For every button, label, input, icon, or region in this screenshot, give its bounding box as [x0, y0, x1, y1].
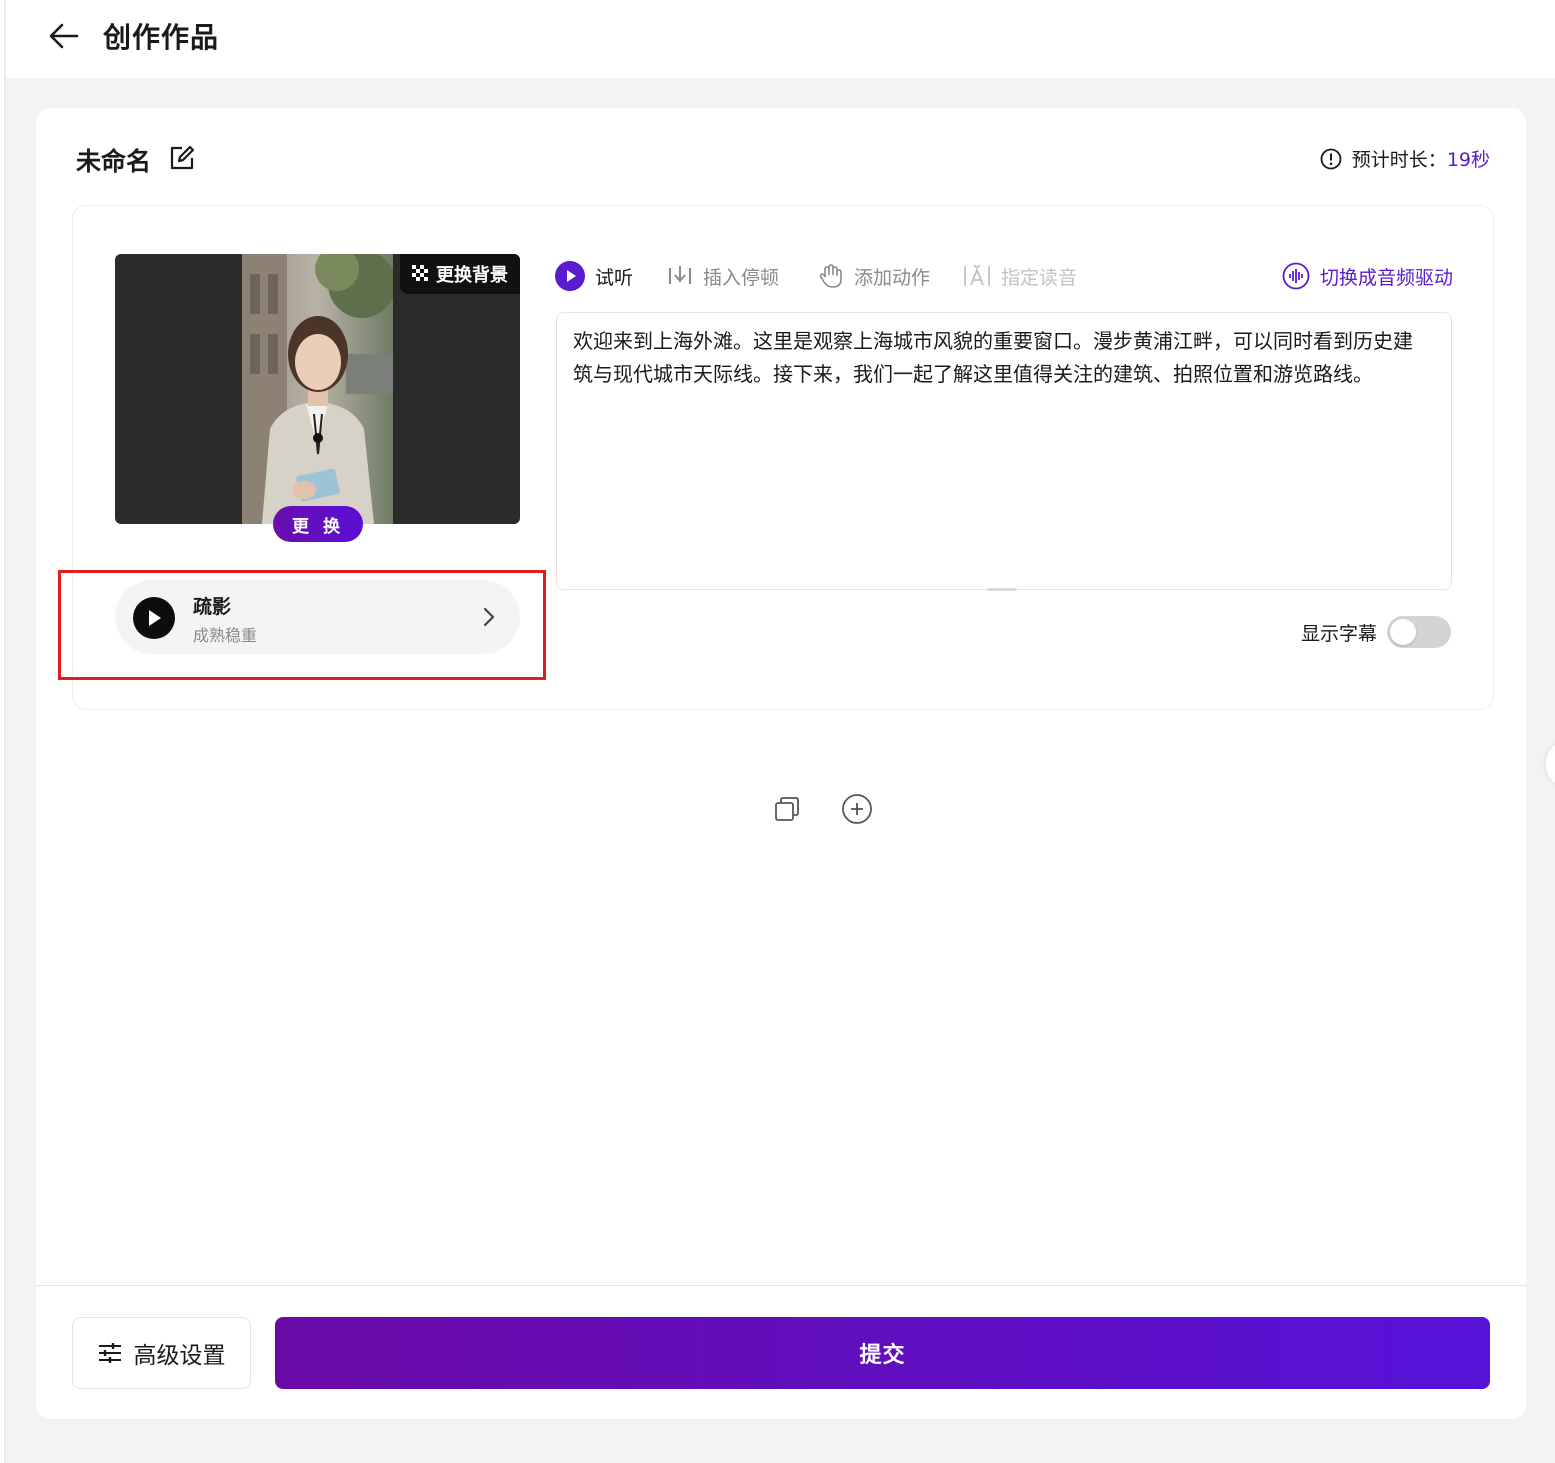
listen-label: 试听: [595, 266, 634, 289]
voice-style: 成熟稳重: [193, 626, 258, 645]
insert-pause-button[interactable]: 插入停顿: [667, 258, 779, 294]
submit-button[interactable]: 提交: [275, 1317, 1490, 1389]
edit-icon[interactable]: [168, 144, 196, 172]
avatar-preview: 更换背景: [115, 254, 520, 524]
main-card: 未命名 预计时长： 19秒 更换背景 更 换 疏影 成熟稳重 试听 插入停顿 添…: [36, 108, 1526, 1419]
copy-icon[interactable]: [771, 793, 803, 825]
play-circle-icon: [555, 261, 585, 291]
chevron-right-icon: [483, 607, 495, 627]
subtitle-label: 显示字幕: [1300, 622, 1377, 645]
hand-wave-icon: [818, 263, 844, 289]
script-text: 欢迎来到上海外滩。这里是观察上海城市风貌的重要窗口。漫步黄浦江畔，可以同时看到历…: [573, 329, 1413, 386]
script-segment: 更换背景 更 换 疏影 成熟稳重 试听 插入停顿 添加动作 指定读音 切换成音频…: [58, 205, 1494, 826]
footer-divider: [36, 1285, 1526, 1286]
top-bar: 创作作品: [6, 0, 1555, 78]
audio-wave-icon: [1282, 262, 1310, 290]
insert-pause-label: 插入停顿: [703, 266, 780, 289]
listen-button[interactable]: 试听: [555, 258, 633, 294]
script-textarea[interactable]: 欢迎来到上海外滩。这里是观察上海城市风貌的重要窗口。漫步黄浦江畔，可以同时看到历…: [556, 312, 1452, 591]
toggle-knob: [1390, 619, 1416, 645]
voice-selector[interactable]: 疏影 成熟稳重: [115, 580, 520, 654]
info-icon: [1320, 148, 1342, 169]
pause-insert-icon: [667, 264, 693, 288]
duration-value: 19秒: [1446, 149, 1490, 171]
back-arrow-icon[interactable]: [46, 18, 82, 54]
add-action-button[interactable]: 添加动作: [818, 258, 930, 294]
advanced-settings-label: 高级设置: [133, 1343, 226, 1369]
avatar-photo: [242, 254, 393, 524]
change-avatar-button[interactable]: 更 换: [273, 506, 363, 542]
voice-name: 疏影: [193, 596, 232, 618]
side-panel-handle[interactable]: [1546, 742, 1555, 786]
voice-play-icon[interactable]: [133, 597, 175, 639]
pronunciation-label: 指定读音: [1001, 266, 1078, 289]
sliders-icon: [98, 1342, 122, 1364]
add-action-label: 添加动作: [854, 266, 931, 289]
pronunciation-button: 指定读音: [963, 258, 1077, 294]
segment-actions: [767, 792, 877, 826]
left-edge: [0, 0, 5, 1463]
subtitle-toggle[interactable]: [1387, 616, 1451, 648]
change-background-label: 更换背景: [436, 265, 508, 286]
switch-audio-label: 切换成音频驱动: [1319, 266, 1453, 289]
change-background-button[interactable]: 更换背景: [400, 254, 520, 294]
estimated-duration: 预计时长： 19秒: [1320, 145, 1490, 172]
checkerboard-icon: [412, 265, 428, 281]
work-name: 未命名: [76, 147, 152, 176]
script-toolbar: 试听 插入停顿 添加动作 指定读音 切换成音频驱动: [555, 258, 1453, 294]
subtitle-setting: 显示字幕: [1301, 616, 1451, 648]
advanced-settings-button[interactable]: 高级设置: [72, 1317, 251, 1389]
resize-handle[interactable]: [987, 588, 1017, 591]
add-circle-icon[interactable]: [841, 793, 873, 825]
duration-label: 预计时长：: [1351, 149, 1447, 171]
pronunciation-icon: [963, 263, 991, 289]
page-title: 创作作品: [103, 21, 220, 54]
switch-audio-driven-button[interactable]: 切换成音频驱动: [1282, 258, 1453, 294]
